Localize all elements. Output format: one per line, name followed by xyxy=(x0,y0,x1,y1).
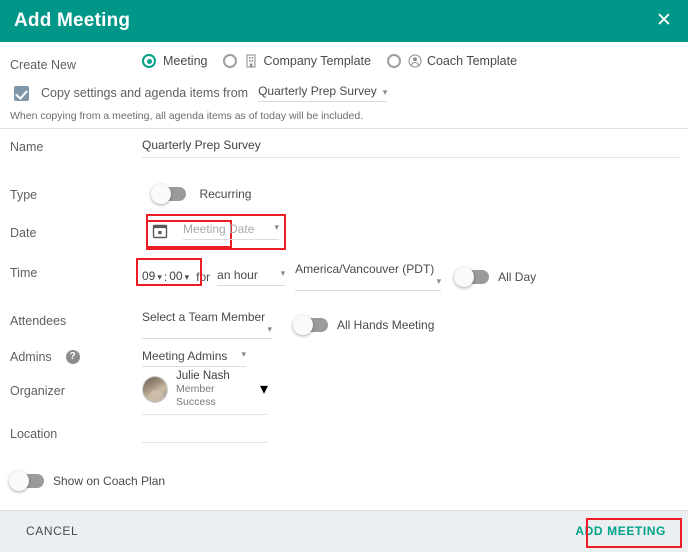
time-hour-select[interactable]: 09 ▾ xyxy=(142,269,162,285)
organizer-role: Member Success xyxy=(176,383,216,408)
copy-settings-label: Copy settings and agenda items from xyxy=(41,86,249,100)
team-member-select[interactable]: Select a Team Member ▾ xyxy=(142,310,272,339)
add-meeting-button[interactable]: ADD MEETING xyxy=(575,524,666,538)
admins-field-row: Meeting Admins ▾ xyxy=(142,347,246,367)
chevron-down-icon: ▾ xyxy=(184,271,190,282)
date-label: Date xyxy=(10,226,37,240)
building-icon xyxy=(244,54,258,68)
time-minute-value: 00 xyxy=(169,268,183,283)
all-hands-toggle[interactable] xyxy=(293,314,328,335)
copy-source-value: Quarterly Prep Survey xyxy=(258,84,377,98)
time-separator: : xyxy=(163,269,168,284)
chevron-down-icon: ▾ xyxy=(259,381,268,398)
time-for-label: for xyxy=(196,269,211,284)
chevron-down-icon: ▾ xyxy=(274,222,279,232)
help-icon[interactable]: ? xyxy=(65,350,80,364)
recurring-toggle-row: Recurring xyxy=(151,183,252,204)
toggle-knob xyxy=(151,183,171,204)
close-icon[interactable]: ✕ xyxy=(652,9,676,33)
meeting-admins-select[interactable]: Meeting Admins ▾ xyxy=(142,349,246,367)
person-circle-icon xyxy=(408,54,422,68)
date-field[interactable]: Meeting Date ▾ xyxy=(152,222,279,240)
team-member-placeholder: Select a Team Member xyxy=(142,310,266,324)
avatar xyxy=(142,375,169,403)
copy-settings-row: Copy settings and agenda items from Quar… xyxy=(14,84,388,102)
coach-plan-toggle[interactable] xyxy=(9,471,44,491)
section-divider xyxy=(0,128,688,129)
organizer-select[interactable]: Julie Nash Member Success ▾ xyxy=(142,369,268,415)
duration-select[interactable]: an hour ▾ xyxy=(217,267,286,286)
page-title: Add Meeting xyxy=(14,10,131,31)
create-new-radio-group: Meeting Company Template Coach Template xyxy=(142,54,517,68)
all-day-toggle-row: All Day xyxy=(454,266,537,287)
chevron-down-icon: ▾ xyxy=(157,271,162,282)
organizer-label: Organizer xyxy=(10,384,65,398)
date-select[interactable]: Meeting Date ▾ xyxy=(183,222,279,240)
time-minute-select[interactable]: 00 ▾ xyxy=(169,268,190,285)
dialog-footer: CANCEL ADD MEETING xyxy=(0,510,688,552)
calendar-icon xyxy=(152,223,168,239)
create-new-label: Create New xyxy=(10,58,76,72)
radio-option-company-template[interactable]: Company Template xyxy=(223,54,371,68)
copy-settings-checkbox[interactable] xyxy=(14,85,29,101)
meeting-admins-value: Meeting Admins xyxy=(142,349,228,363)
attendees-label: Attendees xyxy=(10,314,67,328)
dialog-header: Add Meeting ✕ xyxy=(0,0,688,42)
duration-value: an hour xyxy=(217,267,258,282)
admins-label: Admins xyxy=(10,350,52,364)
type-label: Type xyxy=(10,188,38,202)
name-value: Quarterly Prep Survey xyxy=(142,138,261,152)
toggle-knob xyxy=(9,471,29,491)
attendees-field-row: Select a Team Member ▾ All Hands Meeting xyxy=(142,310,434,339)
all-day-toggle-label: All Day xyxy=(498,269,537,284)
chevron-down-icon: ▾ xyxy=(241,349,246,359)
date-placeholder: Meeting Date xyxy=(183,222,255,236)
location-label: Location xyxy=(10,427,58,441)
admins-label-row: Admins ? xyxy=(10,350,80,364)
recurring-toggle-label: Recurring xyxy=(199,186,252,201)
all-hands-toggle-row: All Hands Meeting xyxy=(293,314,435,335)
copy-source-select[interactable]: Quarterly Prep Survey ▾ xyxy=(258,84,388,102)
name-input[interactable]: Quarterly Prep Survey xyxy=(142,136,680,158)
coach-plan-toggle-row: Show on Coach Plan xyxy=(9,471,166,491)
toggle-knob xyxy=(293,314,313,335)
time-field-row: 09 ▾ : 00 ▾ for an hour ▾ America/Vancouver… xyxy=(142,262,536,291)
all-hands-toggle-label: All Hands Meeting xyxy=(337,317,435,332)
location-input[interactable] xyxy=(142,423,268,443)
radio-icon-meeting[interactable] xyxy=(142,54,156,68)
organizer-name: Julie Nash xyxy=(176,370,230,382)
recurring-toggle[interactable] xyxy=(151,183,186,204)
chevron-down-icon: ▾ xyxy=(280,267,286,278)
radio-option-meeting[interactable]: Meeting xyxy=(142,54,207,68)
radio-option-coach-template[interactable]: Coach Template xyxy=(386,54,517,68)
dialog-body: Create New Meeting Company Template Coac… xyxy=(0,42,688,510)
all-day-toggle[interactable] xyxy=(454,266,490,287)
coach-plan-toggle-label: Show on Coach Plan xyxy=(53,474,166,488)
chevron-down-icon: ▾ xyxy=(382,87,388,97)
copy-settings-note: When copying from a meeting, all agenda … xyxy=(10,110,364,122)
time-label: Time xyxy=(10,266,38,280)
radio-icon-company-template[interactable] xyxy=(223,54,238,68)
name-label: Name xyxy=(10,140,44,154)
chevron-down-icon: ▾ xyxy=(267,324,272,334)
time-hour-value: 09 xyxy=(142,268,156,283)
toggle-knob xyxy=(454,266,475,287)
organizer-person: Julie Nash Member Success xyxy=(176,369,254,409)
radio-icon-coach-template[interactable] xyxy=(386,54,401,68)
chevron-down-icon: ▾ xyxy=(436,276,442,286)
timezone-value: America/Vancouver (PDT) xyxy=(295,262,435,276)
timezone-select[interactable]: America/Vancouver (PDT) ▾ xyxy=(295,262,442,291)
cancel-button[interactable]: CANCEL xyxy=(26,524,78,538)
add-meeting-dialog: Add Meeting ✕ Create New Meeting Company… xyxy=(0,0,688,552)
